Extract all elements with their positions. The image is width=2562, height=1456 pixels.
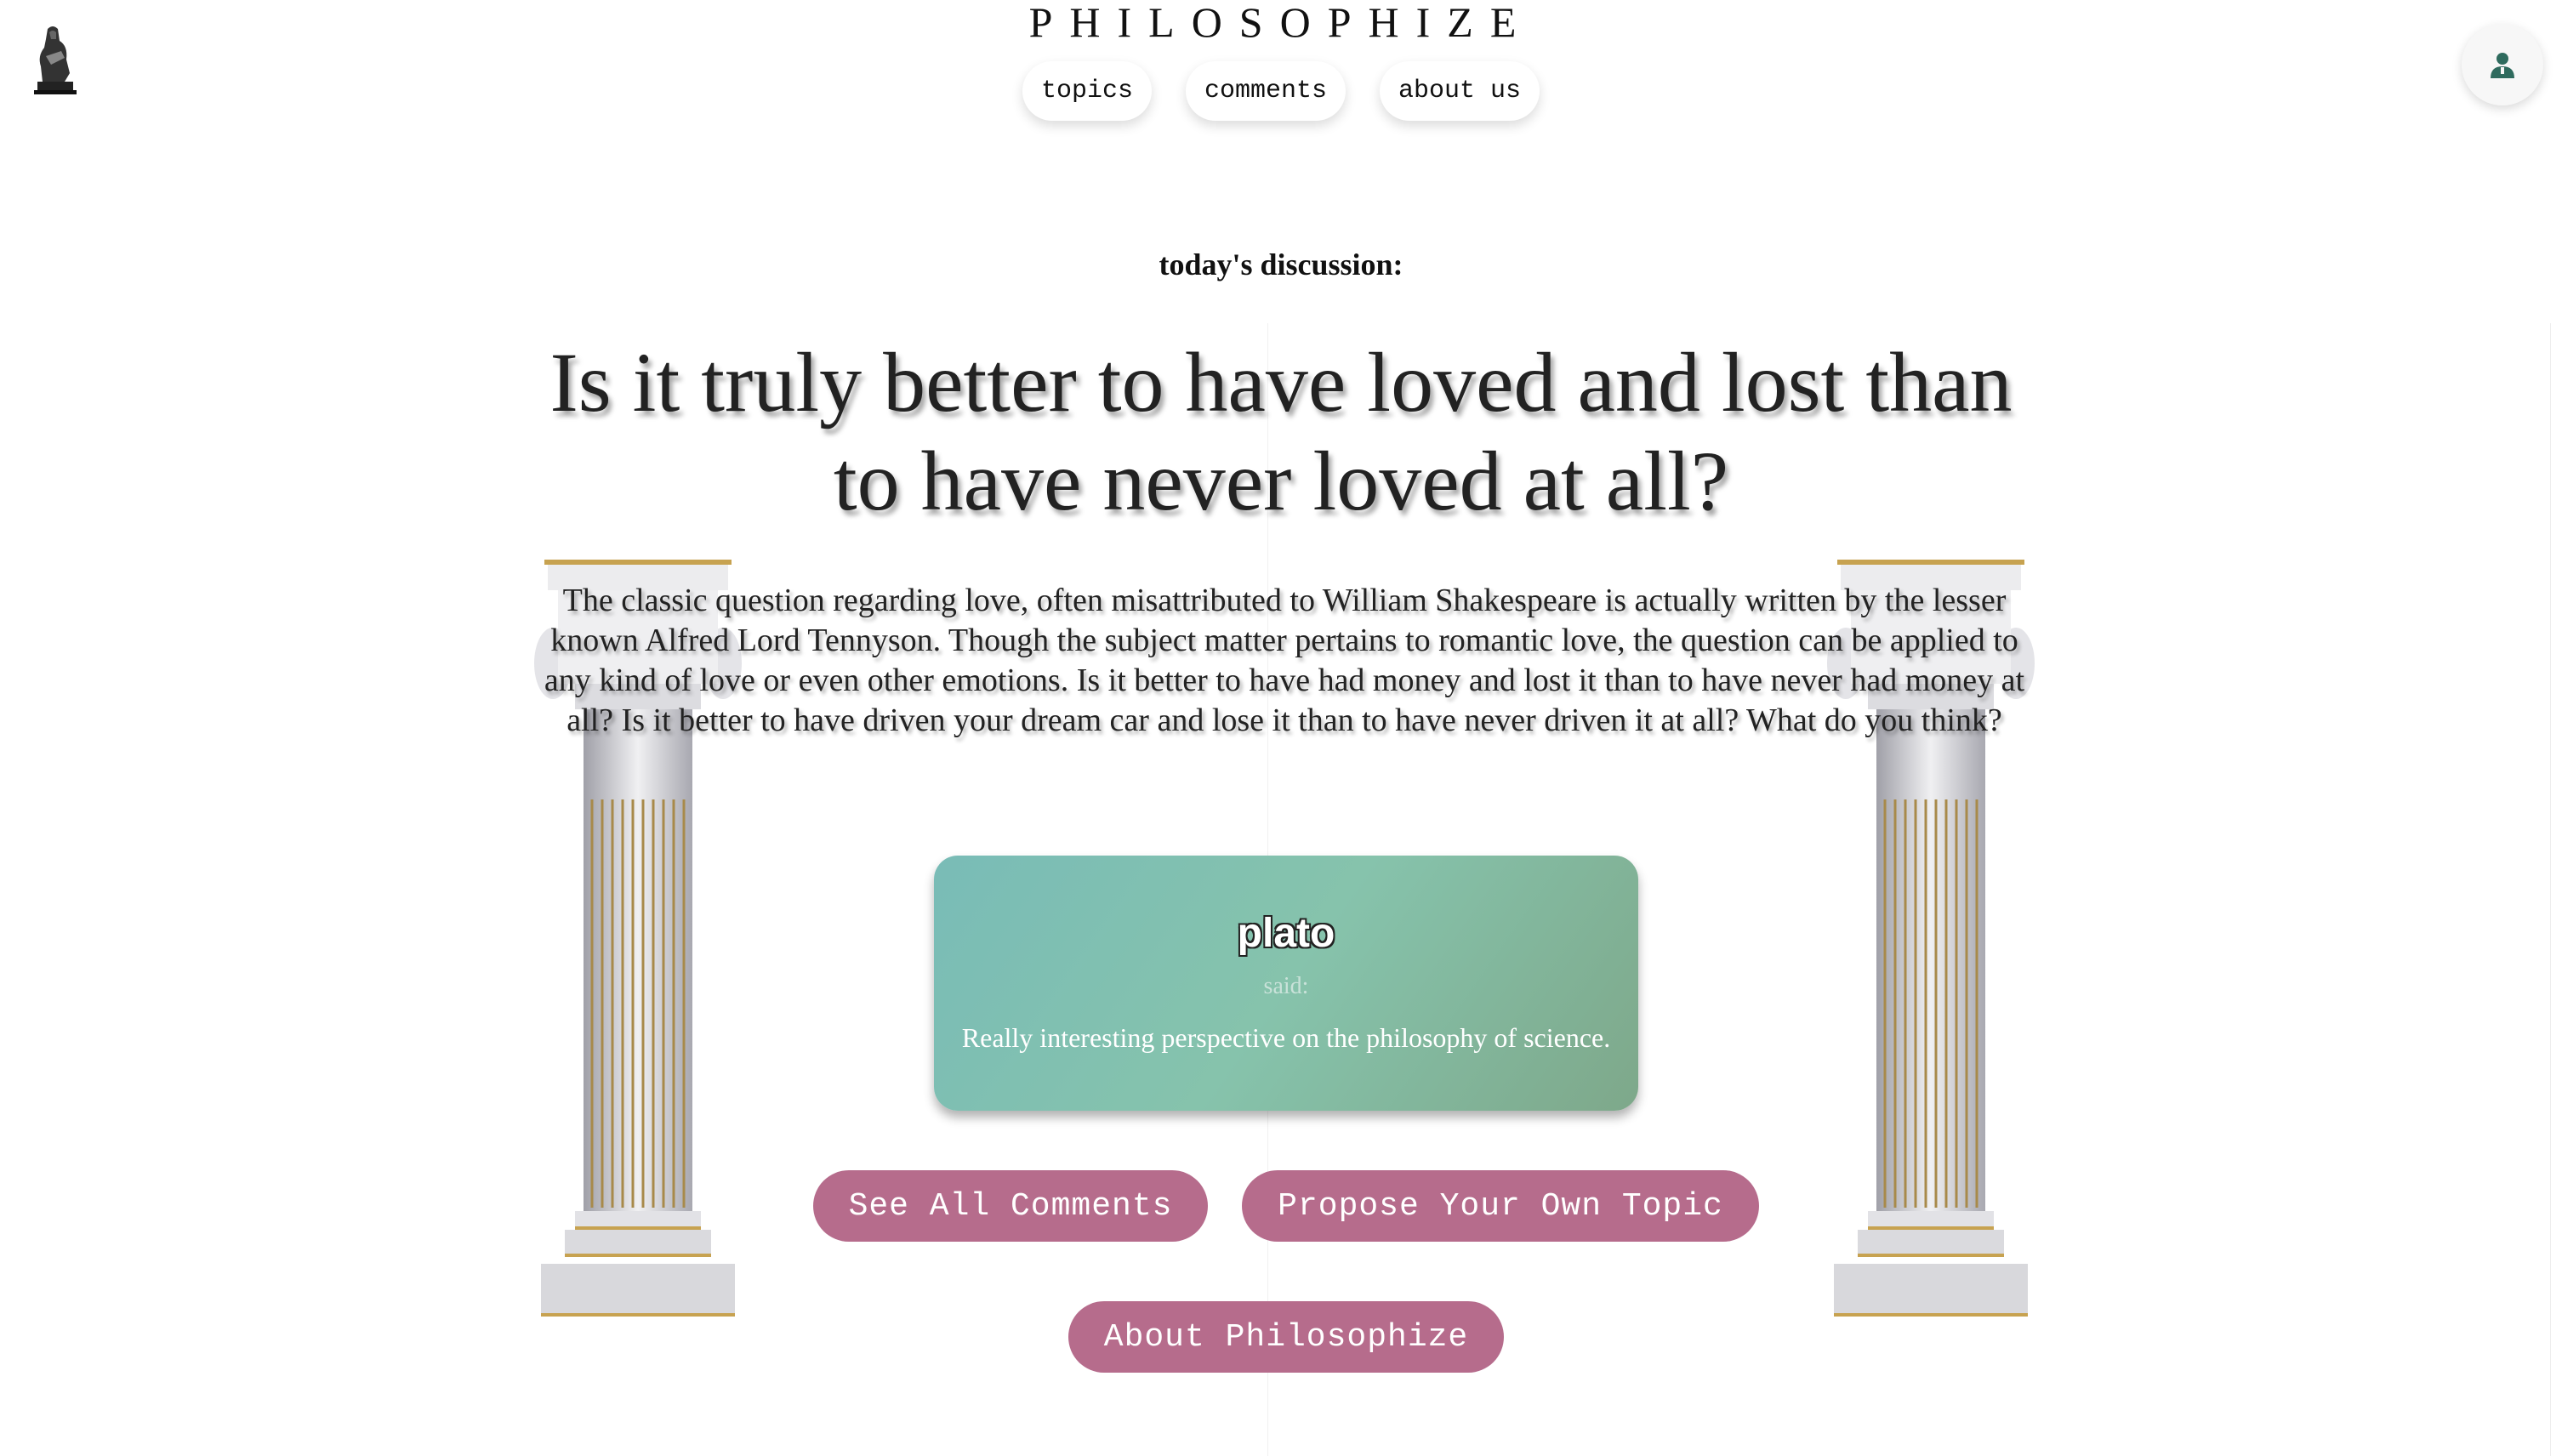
- discussion-description: The classic question regarding love, oft…: [544, 583, 2025, 738]
- profile-button[interactable]: [2462, 24, 2543, 105]
- propose-topic-button[interactable]: Propose Your Own Topic: [1242, 1170, 1759, 1242]
- main-nav: topics comments about us: [0, 61, 2562, 121]
- discussion-label: today's discussion:: [1159, 247, 1403, 282]
- right-divider: [2550, 323, 2551, 1456]
- discussion-headline: Is it truly better to have loved and los…: [549, 335, 2013, 528]
- comment-text: Really interesting perspective on the ph…: [961, 1022, 1611, 1053]
- site-title: PHILOSOPHIZE: [1028, 0, 1534, 46]
- see-all-comments-button[interactable]: See All Comments: [813, 1170, 1208, 1242]
- comment-said-label: said:: [1263, 973, 1309, 999]
- featured-comment-card[interactable]: plato said: Really interesting perspecti…: [934, 856, 1638, 1111]
- nav-comments[interactable]: comments: [1185, 61, 1346, 121]
- about-philosophize-button[interactable]: About Philosophize: [1068, 1301, 1504, 1373]
- user-icon: [2491, 53, 2514, 78]
- nav-about-us[interactable]: about us: [1380, 61, 1540, 121]
- nav-topics[interactable]: topics: [1022, 61, 1152, 121]
- comment-username[interactable]: plato: [934, 910, 1638, 957]
